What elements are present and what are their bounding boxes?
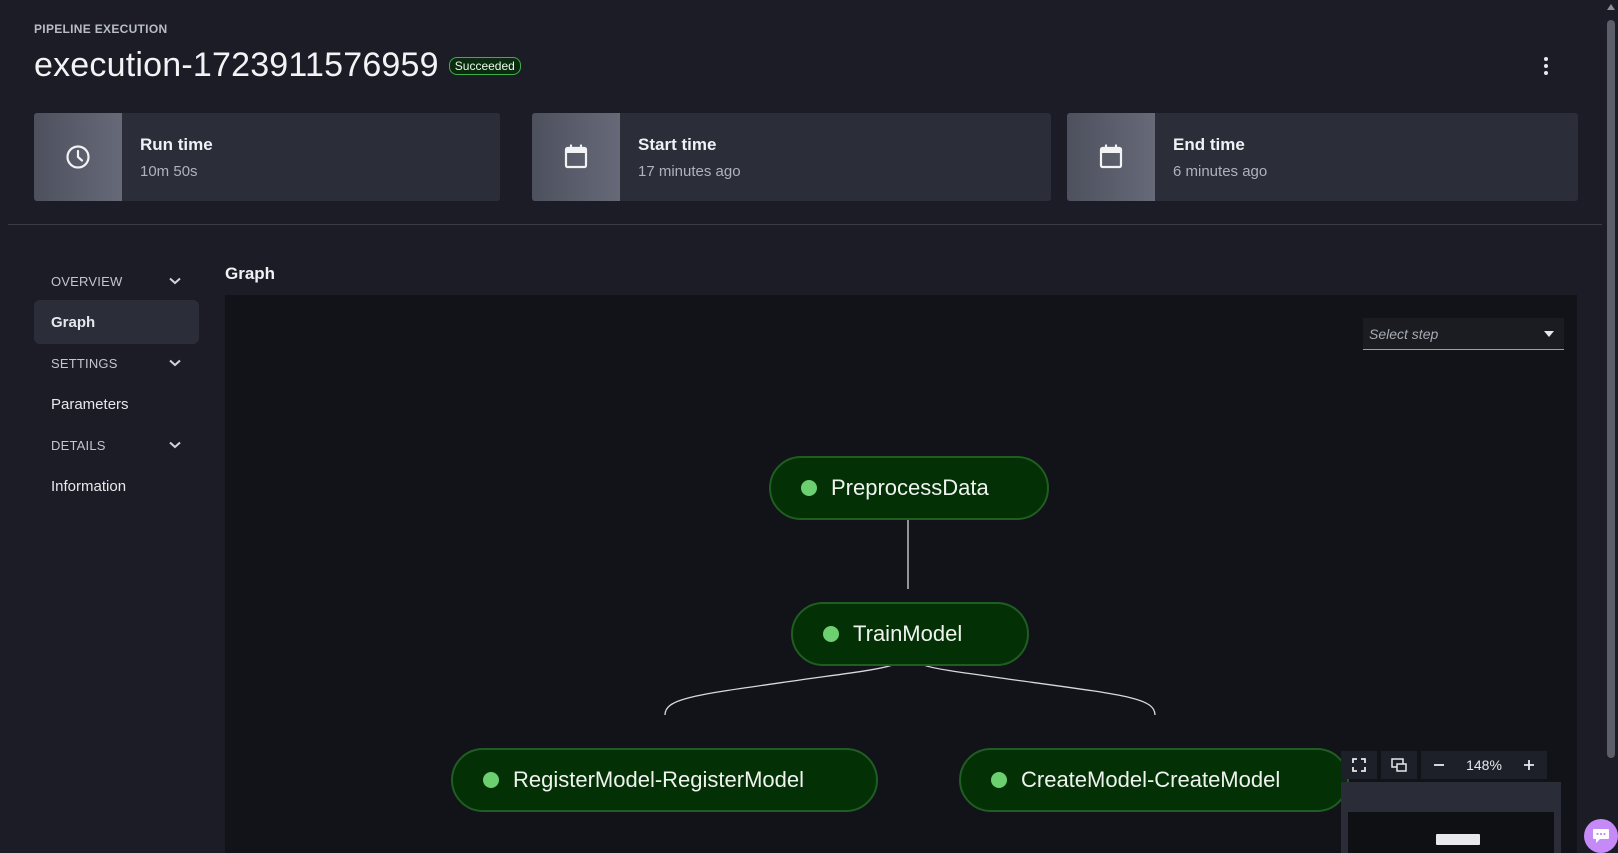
chat-button[interactable] — [1584, 819, 1618, 853]
nav-section-label: OVERVIEW — [51, 273, 123, 289]
page-eyebrow: PIPELINE EXECUTION — [34, 22, 168, 36]
status-dot-icon — [801, 480, 817, 496]
side-navigation: OVERVIEW Graph SETTINGS Parameters DETAI… — [34, 262, 199, 508]
end-time-label: End time — [1173, 135, 1245, 154]
graph-node-register[interactable]: RegisterModel-RegisterModel — [451, 748, 878, 812]
minimap-viewport — [1348, 812, 1554, 853]
minimap-toggle-button[interactable] — [1381, 751, 1417, 779]
chat-icon — [1593, 829, 1609, 843]
run-time-label: Run time — [140, 135, 213, 154]
fullscreen-icon — [1352, 758, 1366, 772]
caret-down-icon — [1544, 330, 1554, 337]
graph-node-preprocess[interactable]: PreprocessData — [769, 456, 1049, 520]
zoom-group: 148% — [1421, 751, 1547, 779]
node-label: RegisterModel-RegisterModel — [513, 767, 805, 792]
zoom-in-button[interactable] — [1511, 751, 1547, 779]
node-label: TrainModel — [853, 621, 963, 646]
graph-node-create[interactable]: CreateModel-CreateModel — [959, 748, 1349, 812]
graph-heading: Graph — [225, 264, 276, 283]
page-scrollbar[interactable] — [1604, 0, 1618, 853]
status-badge: Succeeded — [448, 56, 521, 75]
minus-icon — [1434, 764, 1444, 766]
fit-view-button[interactable] — [1341, 751, 1377, 779]
chevron-down-icon — [169, 441, 181, 449]
graph-node-train[interactable]: TrainModel — [791, 602, 1029, 666]
chevron-down-icon — [169, 277, 181, 285]
nav-section-overview[interactable]: OVERVIEW — [34, 262, 199, 300]
start-time-card: Start time 17 minutes ago — [532, 113, 1051, 201]
page-title: execution-1723911576959 — [34, 46, 439, 84]
page-header: PIPELINE EXECUTION execution-17239115769… — [34, 22, 1558, 85]
status-dot-icon — [991, 772, 1007, 788]
scrollbar-thumb[interactable] — [1607, 20, 1615, 758]
minimap-icon — [1391, 758, 1407, 772]
node-label: CreateModel-CreateModel — [1021, 767, 1281, 792]
more-actions-icon[interactable] — [1534, 54, 1558, 78]
minimap-graph-preview — [1436, 834, 1480, 845]
select-step-dropdown[interactable]: Select step — [1363, 318, 1564, 350]
nav-section-settings[interactable]: SETTINGS — [34, 344, 199, 382]
node-label: PreprocessData — [831, 475, 989, 500]
end-time-card: End time 6 minutes ago — [1067, 113, 1578, 201]
zoom-out-button[interactable] — [1421, 751, 1457, 779]
status-dot-icon — [823, 626, 839, 642]
clock-icon — [34, 113, 122, 201]
chevron-down-icon — [169, 359, 181, 367]
sidebar-item-information[interactable]: Information — [34, 464, 199, 508]
nav-section-details[interactable]: DETAILS — [34, 426, 199, 464]
start-time-value: 17 minutes ago — [638, 163, 741, 180]
run-time-value: 10m 50s — [140, 163, 198, 180]
calendar-icon — [1067, 113, 1155, 201]
end-time-value: 6 minutes ago — [1173, 163, 1268, 180]
plus-icon — [1524, 760, 1534, 770]
calendar-icon — [532, 113, 620, 201]
zoom-controls: 148% — [1341, 748, 1561, 782]
scroll-up-arrow-icon[interactable] — [1607, 4, 1615, 10]
status-dot-icon — [483, 772, 499, 788]
title-row: execution-1723911576959 Succeeded — [34, 46, 1558, 85]
select-step-placeholder: Select step — [1369, 325, 1439, 342]
run-time-card: Run time 10m 50s — [34, 113, 500, 201]
sidebar-item-parameters[interactable]: Parameters — [34, 382, 199, 426]
graph-canvas[interactable]: Select step PreprocessData TrainModel Re… — [225, 295, 1577, 853]
header-divider — [8, 224, 1602, 225]
graph-minimap[interactable] — [1341, 782, 1561, 853]
nav-section-label: DETAILS — [51, 437, 106, 453]
sidebar-item-graph[interactable]: Graph — [34, 300, 199, 344]
start-time-label: Start time — [638, 135, 717, 154]
nav-section-label: SETTINGS — [51, 355, 118, 371]
zoom-level: 148% — [1466, 757, 1502, 773]
